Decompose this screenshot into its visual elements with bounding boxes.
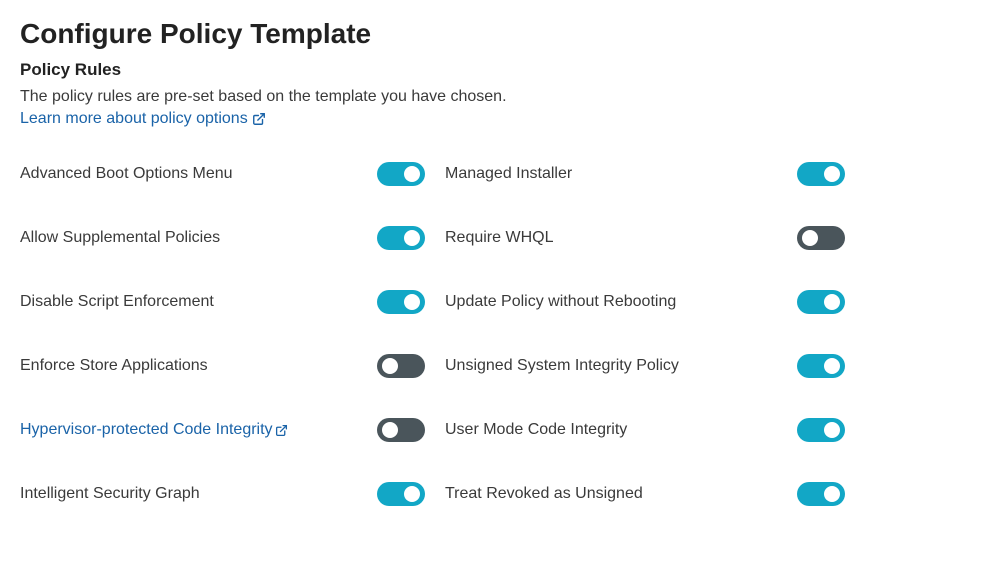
toggle-treat-revoked-as-unsigned[interactable]: [797, 482, 845, 506]
toggle-knob: [824, 486, 840, 502]
learn-more-label: Learn more about policy options: [20, 110, 248, 128]
policy-rule-row: Advanced Boot Options Menu: [20, 160, 425, 188]
external-link-icon: [275, 424, 288, 437]
policy-rule-row: Hypervisor-protected Code Integrity: [20, 416, 425, 444]
toggle-enforce-store-applications[interactable]: [377, 354, 425, 378]
toggle-intelligent-security-graph[interactable]: [377, 482, 425, 506]
policy-rule-row: Unsigned System Integrity Policy: [445, 352, 845, 380]
policy-rule-row: User Mode Code Integrity: [445, 416, 845, 444]
policy-rule-label: Update Policy without Rebooting: [445, 293, 676, 311]
policy-rule-row: Treat Revoked as Unsigned: [445, 480, 845, 508]
policy-rule-label: Treat Revoked as Unsigned: [445, 485, 643, 503]
toggle-managed-installer[interactable]: [797, 162, 845, 186]
toggle-knob: [404, 294, 420, 310]
policy-rule-row: Require WHQL: [445, 224, 845, 252]
section-heading-policy-rules: Policy Rules: [20, 60, 973, 80]
toggle-user-mode-code-integrity[interactable]: [797, 418, 845, 442]
toggle-knob: [382, 422, 398, 438]
toggle-knob: [404, 166, 420, 182]
toggle-knob: [382, 358, 398, 374]
toggle-unsigned-system-integrity-policy[interactable]: [797, 354, 845, 378]
policy-rules-description: The policy rules are pre-set based on th…: [20, 86, 973, 108]
policy-rule-label: Managed Installer: [445, 165, 572, 183]
policy-rule-row: Enforce Store Applications: [20, 352, 425, 380]
policy-rule-label: Advanced Boot Options Menu: [20, 165, 233, 183]
policy-rule-row: Managed Installer: [445, 160, 845, 188]
policy-rule-label: Require WHQL: [445, 229, 553, 247]
policy-rule-label: Allow Supplemental Policies: [20, 229, 220, 247]
policy-rule-label: Enforce Store Applications: [20, 357, 208, 375]
toggle-knob: [404, 486, 420, 502]
toggle-knob: [824, 166, 840, 182]
policy-rule-label: Unsigned System Integrity Policy: [445, 357, 679, 375]
learn-more-link[interactable]: Learn more about policy options: [20, 110, 266, 128]
policy-rule-row: Intelligent Security Graph: [20, 480, 425, 508]
page-title: Configure Policy Template: [20, 18, 973, 50]
external-link-icon: [252, 112, 266, 126]
toggle-knob: [824, 422, 840, 438]
toggle-allow-supplemental-policies[interactable]: [377, 226, 425, 250]
policy-rule-row: Disable Script Enforcement: [20, 288, 425, 316]
policy-rule-label: Intelligent Security Graph: [20, 485, 200, 503]
policy-rules-grid: Advanced Boot Options Menu Allow Suppleme…: [20, 160, 973, 508]
policy-rule-label: Disable Script Enforcement: [20, 293, 214, 311]
toggle-knob: [404, 230, 420, 246]
policy-rule-row: Allow Supplemental Policies: [20, 224, 425, 252]
toggle-knob: [824, 358, 840, 374]
toggle-disable-script-enforcement[interactable]: [377, 290, 425, 314]
policy-rule-label[interactable]: Hypervisor-protected Code Integrity: [20, 421, 288, 439]
toggle-update-policy-without-rebooting[interactable]: [797, 290, 845, 314]
policy-rules-column-left: Advanced Boot Options Menu Allow Suppleme…: [20, 160, 425, 508]
toggle-advanced-boot-options-menu[interactable]: [377, 162, 425, 186]
toggle-require-whql[interactable]: [797, 226, 845, 250]
toggle-hypervisor-protected-code-integrity[interactable]: [377, 418, 425, 442]
policy-rule-label: User Mode Code Integrity: [445, 421, 627, 439]
policy-rules-column-right: Managed Installer Require WHQL Update Poli…: [445, 160, 845, 508]
toggle-knob: [802, 230, 818, 246]
toggle-knob: [824, 294, 840, 310]
policy-rule-row: Update Policy without Rebooting: [445, 288, 845, 316]
